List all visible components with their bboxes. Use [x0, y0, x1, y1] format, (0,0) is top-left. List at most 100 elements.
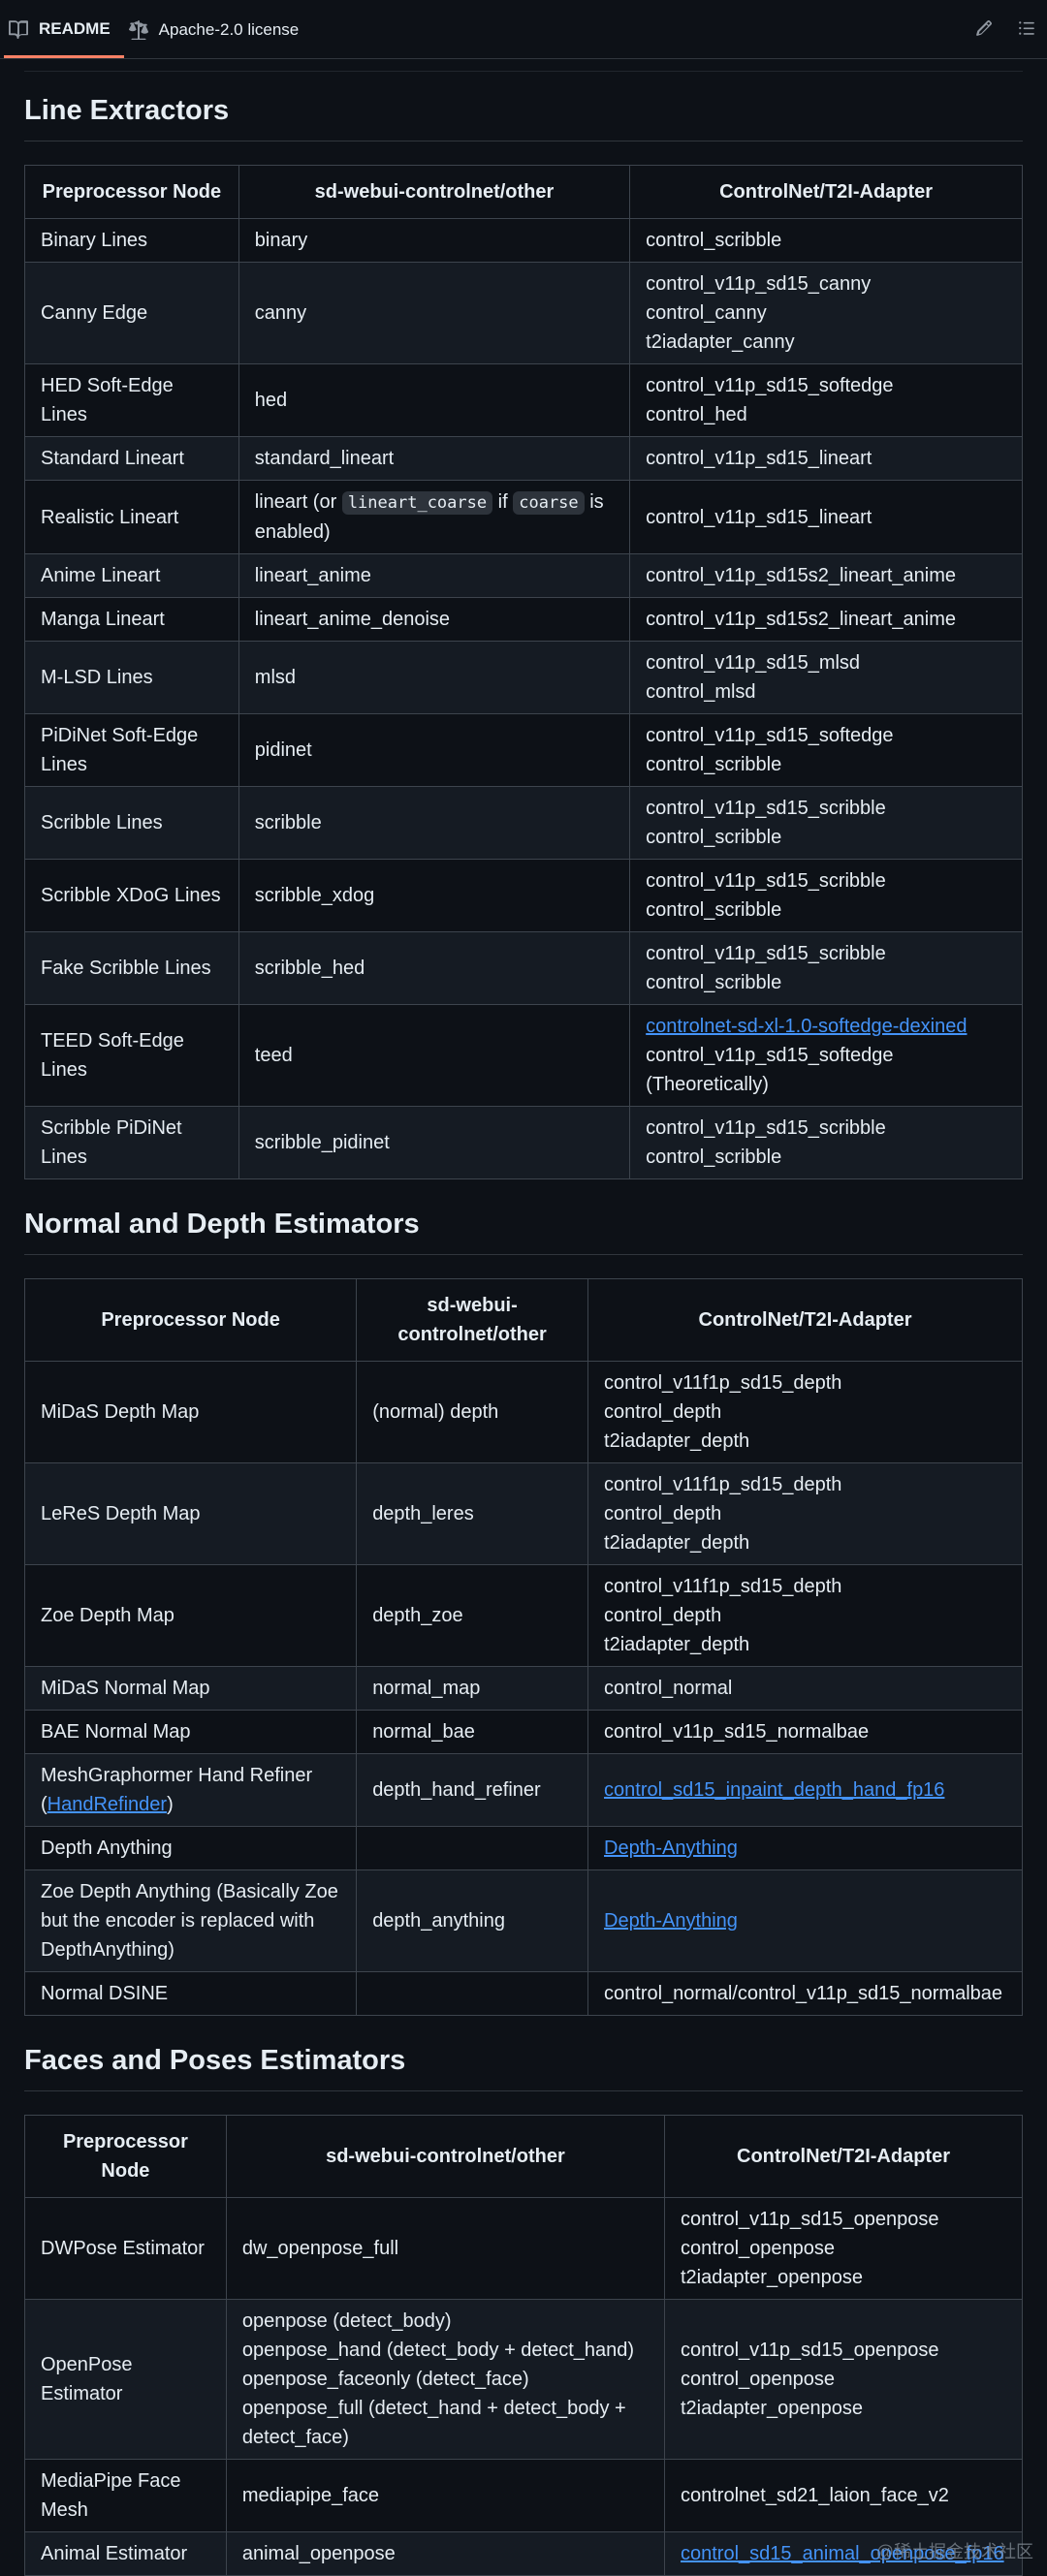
node-text: Fake Scribble Lines [41, 958, 211, 979]
adapter-model: control_v11p_sd15_lineart [646, 444, 1006, 473]
table-row: PiDiNet Soft-Edge Lines pidinet control_v1… [25, 714, 1023, 787]
adapter-link[interactable]: Depth-Anything [604, 1834, 1006, 1863]
other-cell: depth_leres [357, 1463, 588, 1565]
column-header: ControlNet/T2I-Adapter [665, 2116, 1023, 2198]
adapter-cell: control_v11p_sd15_mlsdcontrol_mlsd [630, 642, 1023, 714]
pencil-icon [975, 19, 993, 37]
node-text: Standard Lineart [41, 448, 184, 469]
edit-button[interactable] [971, 16, 997, 41]
adapter-cell: control_v11p_sd15_scribblecontrol_scribb… [630, 1107, 1023, 1179]
adapter-cell: control_v11p_sd15_scribblecontrol_scribb… [630, 787, 1023, 860]
node-text: MiDaS Normal Map [41, 1678, 209, 1699]
node-text: Canny Edge [41, 302, 147, 324]
adapter-link[interactable]: controlnet-sd-xl-1.0-softedge-dexined [646, 1012, 1006, 1041]
node-text: Animal Estimator [41, 2543, 187, 2564]
other-text: depth_anything [372, 1910, 505, 1932]
node-text: PiDiNet Soft-Edge Lines [41, 725, 198, 775]
adapter-model: control_scribble [646, 1143, 1006, 1172]
adapter-link[interactable]: Depth-Anything [604, 1906, 1006, 1935]
adapter-cell: control_sd15_inpaint_depth_hand_fp16 [588, 1754, 1023, 1827]
adapter-cell: control_v11p_sd15_normalbae [588, 1711, 1023, 1754]
other-cell: scribble_pidinet [238, 1107, 629, 1179]
node-cell: Manga Lineart [25, 598, 239, 642]
table-row: DWPose Estimator dw_openpose_full control_… [25, 2198, 1023, 2300]
table-row: Standard Lineart standard_lineart control_… [25, 437, 1023, 481]
node-cell: Zoe Depth Anything (Basically Zoe but th… [25, 1870, 357, 1972]
adapter-model: control_v11p_sd15_scribble [646, 866, 1006, 895]
adapter-cell: control_v11p_sd15_scribblecontrol_scribb… [630, 860, 1023, 932]
node-cell: M-LSD Lines [25, 642, 239, 714]
adapter-model: control_depth [604, 1601, 1006, 1630]
adapter-model: control_scribble [646, 226, 1006, 255]
adapter-model: control_v11p_sd15_softedge [646, 371, 1006, 400]
adapter-cell: Depth-Anything [588, 1870, 1023, 1972]
table-row: TEED Soft-Edge Lines teed controlnet-sd-xl… [25, 1005, 1023, 1107]
other-cell: standard_lineart [238, 437, 629, 481]
preprocessor-table: Preprocessor Nodesd-webui-controlnet/oth… [24, 1278, 1023, 2016]
column-header: Preprocessor Node [25, 1279, 357, 1362]
other-cell: depth_anything [357, 1870, 588, 1972]
node-text: Depth Anything [41, 1838, 173, 1859]
adapter-model: control_depth [604, 1398, 1006, 1427]
node-text: BAE Normal Map [41, 1721, 191, 1743]
table-header-row: Preprocessor Nodesd-webui-controlnet/oth… [25, 2116, 1023, 2198]
other-cell [357, 1827, 588, 1870]
readme-content: Line ExtractorsPreprocessor Nodesd-webui… [0, 59, 1047, 2576]
node-text: LeReS Depth Map [41, 1503, 201, 1524]
adapter-model: control_openpose [681, 2234, 1006, 2263]
other-text: depth_zoe [372, 1605, 462, 1626]
adapter-model: t2iadapter_depth [604, 1528, 1006, 1557]
table-row: Scribble Linesscribblecontrol_v11p_sd15_… [25, 787, 1023, 860]
other-cell: animal_openpose [226, 2532, 664, 2576]
handrefiner-link[interactable]: HandRefinder [48, 1794, 167, 1815]
tab-license[interactable]: Apache-2.0 license [124, 2, 313, 58]
adapter-cell: control_v11p_sd15s2_lineart_anime [630, 598, 1023, 642]
column-header: Preprocessor Node [25, 2116, 227, 2198]
other-cell: mediapipe_face [226, 2460, 664, 2532]
table-row: Anime Lineartlineart_animecontrol_v11p_s… [25, 554, 1023, 598]
other-line: openpose (detect_body) [242, 2307, 649, 2336]
other-text: hed [255, 390, 287, 411]
table-row: Realistic Lineartlineart (or lineart_coa… [25, 481, 1023, 554]
node-text: Zoe Depth Anything (Basically Zoe but th… [41, 1881, 338, 1961]
tab-license-label: Apache-2.0 license [159, 20, 300, 40]
adapter-cell: control_normal [588, 1667, 1023, 1711]
node-text: DWPose Estimator [41, 2238, 205, 2259]
adapter-model: control_v11p_sd15_normalbae [604, 1717, 1006, 1746]
table-row: HED Soft-Edge Lines hed control_v11p_sd15_… [25, 364, 1023, 437]
other-text: scribble_xdog [255, 885, 374, 906]
node-cell: HED Soft-Edge Lines [25, 364, 239, 437]
other-text: animal_openpose [242, 2543, 396, 2564]
other-text: teed [255, 1045, 293, 1066]
adapter-model: control_v11f1p_sd15_depth [604, 1368, 1006, 1398]
other-cell: hed [238, 364, 629, 437]
outline-button[interactable] [1014, 16, 1039, 41]
adapter-model: control_v11p_sd15_canny [646, 269, 1006, 298]
adapter-model: control_v11p_sd15_softedge [646, 721, 1006, 750]
other-text: scribble [255, 812, 322, 833]
adapter-model: control_canny [646, 298, 1006, 328]
other-text: normal_map [372, 1678, 480, 1699]
node-cell: Depth Anything [25, 1827, 357, 1870]
other-cell: mlsd [238, 642, 629, 714]
other-cell: lineart_anime [238, 554, 629, 598]
node-cell: DWPose Estimator [25, 2198, 227, 2300]
other-text: lineart (or [255, 491, 342, 513]
other-text: dw_openpose_full [242, 2238, 398, 2259]
adapter-cell: control_normal/control_v11p_sd15_normalb… [588, 1972, 1023, 2016]
other-cell: normal_bae [357, 1711, 588, 1754]
table-header-row: Preprocessor Nodesd-webui-controlnet/oth… [25, 166, 1023, 219]
tab-readme[interactable]: README [4, 2, 124, 58]
node-cell: Standard Lineart [25, 437, 239, 481]
other-text: pidinet [255, 739, 312, 761]
adapter-model: control_v11f1p_sd15_depth [604, 1470, 1006, 1499]
adapter-link[interactable]: control_sd15_inpaint_depth_hand_fp16 [604, 1775, 1006, 1805]
adapter-model: control_v11p_sd15_mlsd [646, 648, 1006, 677]
adapter-model: control_v11p_sd15_scribble [646, 1114, 1006, 1143]
node-text: HED Soft-Edge Lines [41, 375, 174, 425]
adapter-cell: control_v11f1p_sd15_depthcontrol_deptht2… [588, 1463, 1023, 1565]
other-cell: lineart_anime_denoise [238, 598, 629, 642]
node-text: ) [167, 1794, 174, 1815]
node-cell: MiDaS Depth Map [25, 1362, 357, 1463]
node-cell: TEED Soft-Edge Lines [25, 1005, 239, 1107]
